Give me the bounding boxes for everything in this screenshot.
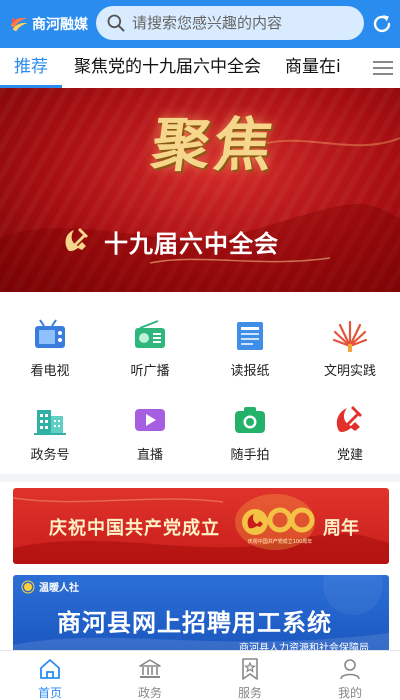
search-icon xyxy=(107,14,125,32)
promo-party-right-text: 周年 xyxy=(323,518,359,539)
government-building-icon xyxy=(34,410,66,435)
section-divider xyxy=(0,474,400,482)
grid-item-civilization[interactable]: 文明实践 xyxy=(300,300,400,380)
category-tabs: 推荐 聚焦党的十九届六中全会 商量在i xyxy=(0,48,400,88)
civilization-icon xyxy=(332,320,368,352)
grid-item-radio[interactable]: 听广播 xyxy=(100,300,200,380)
radio-icon xyxy=(135,320,165,348)
promo-recruit-brand: 温暖人社 xyxy=(21,579,79,594)
user-icon xyxy=(340,659,360,680)
nav-home[interactable]: 首页 xyxy=(0,651,100,700)
bottom-navigation: 首页 政务 服务 我的 xyxy=(0,650,400,700)
top-header: 商河融媒 xyxy=(0,0,400,48)
grid-label-radio: 听广播 xyxy=(130,364,170,379)
promo-party-left-text: 庆祝中国共产党成立 xyxy=(49,518,220,539)
grid-label-tv: 看电视 xyxy=(30,364,70,379)
tv-icon xyxy=(35,319,65,348)
service-icon xyxy=(242,658,258,680)
tab-menu-button[interactable] xyxy=(366,48,400,88)
nav-service[interactable]: 服务 xyxy=(200,651,300,700)
promo-recruit-brand-text: 温暖人社 xyxy=(39,583,79,594)
grid-label-government: 政务号 xyxy=(30,448,70,463)
tab-recommend[interactable]: 推荐 xyxy=(0,48,62,88)
home-icon xyxy=(40,659,60,679)
promo-recruit-title: 商河县网上招聘用工系统 xyxy=(57,609,332,637)
grid-item-newspaper[interactable]: 读报纸 xyxy=(200,300,300,380)
grid-label-civilization: 文明实践 xyxy=(323,364,376,379)
grid-label-party: 党建 xyxy=(336,448,363,463)
nav-mine[interactable]: 我的 xyxy=(300,651,400,700)
grid-item-tv[interactable]: 看电视 xyxy=(0,300,100,380)
grid-label-live: 直播 xyxy=(136,448,163,463)
nav-label-service: 服务 xyxy=(237,686,262,700)
promo-badge-caption: 庆祝中国共产党成立100周年 xyxy=(247,539,313,545)
nav-government[interactable]: 政务 xyxy=(100,651,200,700)
banner-headline: 聚焦 xyxy=(147,111,282,179)
nav-label-home: 首页 xyxy=(37,686,62,700)
hero-banner[interactable]: 聚焦 十九届六中全会 xyxy=(0,88,400,292)
grid-label-newspaper: 读报纸 xyxy=(230,364,270,379)
newspaper-icon xyxy=(237,322,263,350)
camera-icon xyxy=(235,407,265,433)
tab-shangliang[interactable]: 商量在i xyxy=(273,48,353,88)
grid-item-camera[interactable]: 随手拍 xyxy=(200,384,300,464)
search-bar[interactable] xyxy=(96,6,364,40)
nav-label-government: 政务 xyxy=(137,686,162,700)
logo-icon xyxy=(10,17,28,32)
app-name: 商河融媒 xyxy=(32,17,88,33)
banner-subtitle: 十九届六中全会 xyxy=(104,230,279,258)
nav-label-mine: 我的 xyxy=(337,686,362,700)
grid-item-party[interactable]: 党建 xyxy=(300,384,400,464)
menu-icon xyxy=(373,61,393,75)
party-emblem-icon xyxy=(336,406,362,432)
party-anniversary-banner[interactable]: 庆祝中国共产党成立 庆祝中国共产党成立100周年 周年 xyxy=(13,488,389,564)
video-live-icon xyxy=(135,409,165,431)
app-logo: 商河融媒 xyxy=(8,13,94,35)
sun-logo-icon xyxy=(21,580,35,593)
grid-label-camera: 随手拍 xyxy=(230,448,270,463)
grid-item-government[interactable]: 政务号 xyxy=(0,384,100,464)
search-input[interactable] xyxy=(132,14,362,32)
centenary-badge xyxy=(235,494,315,550)
app-page: 商河融媒 推荐 聚焦党的十九届六中全会 商量在i xyxy=(0,0,400,700)
tab-plenary-focus[interactable]: 聚焦党的十九届六中全会 xyxy=(62,48,273,88)
government-icon xyxy=(139,659,161,678)
party-emblem-icon xyxy=(65,228,88,252)
feature-grid: 看电视 听广播 读报纸 文明实践 政务号 直播 随手拍 党建 xyxy=(0,300,400,470)
refresh-icon[interactable] xyxy=(370,12,394,36)
grid-item-live[interactable]: 直播 xyxy=(100,384,200,464)
recruitment-banner[interactable]: 温暖人社 商河县网上招聘用工系统 商河县人力资源和社会保障局 xyxy=(13,575,389,655)
